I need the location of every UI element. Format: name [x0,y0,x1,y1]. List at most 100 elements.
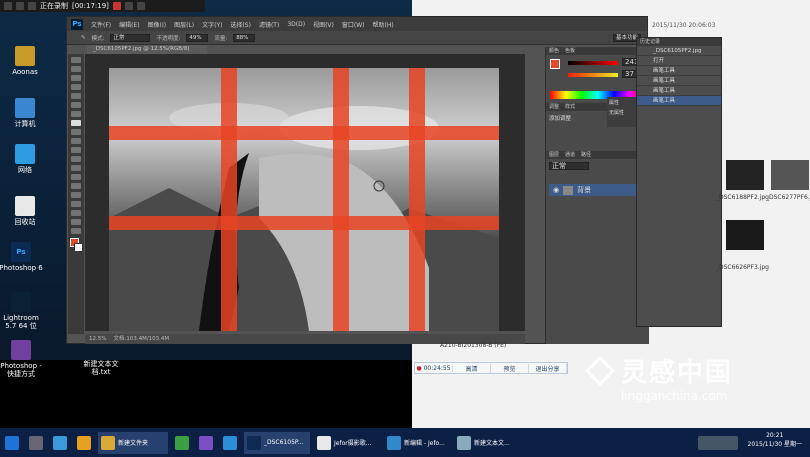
history-item[interactable]: 画笔工具 [637,86,721,96]
quick-select-tool-icon[interactable] [71,84,81,90]
file-name[interactable]: _DSC6626PF3.jpg [716,264,769,271]
fg-swatch[interactable] [550,59,560,69]
opacity-input[interactable]: 49% [186,33,209,42]
taskbar-item-editor[interactable]: 新编辑 - Jefo... [384,432,450,454]
canvas-area[interactable] [85,54,525,331]
pen-tool-icon[interactable] [71,183,81,189]
exit-share-button[interactable]: 退出分享 [529,363,567,373]
zoom-tool-icon[interactable] [71,228,81,234]
menu-edit[interactable]: 编辑(E) [119,20,139,29]
menu-view[interactable]: 视图(V) [313,20,334,29]
history-item[interactable]: 打开 [637,56,721,66]
document-tab[interactable]: _DSC6105PF2.jpg @ 12.5%(RGB/8) [87,45,207,54]
crop-tool-icon[interactable] [71,93,81,99]
history-item[interactable]: 画笔工具 [637,76,721,86]
history-brush-tool-icon[interactable] [71,138,81,144]
hand-tool-icon[interactable] [71,219,81,225]
brush-stroke-horizontal [109,126,499,140]
desktop-icon-aoonas[interactable]: Aoonas [2,46,48,76]
desktop-icon-txt[interactable]: 新建文本文档.txt [78,360,124,376]
menu-help[interactable]: 帮助(H) [373,20,394,29]
tab-swatches[interactable]: 色板 [565,47,575,55]
menu-type[interactable]: 文字(Y) [202,20,222,29]
history-item-selected[interactable]: 画笔工具 [637,96,721,106]
flow-input[interactable]: 88% [233,33,256,42]
type-tool-icon[interactable] [71,192,81,198]
record-icon[interactable] [112,2,121,10]
pause-icon[interactable] [124,2,133,10]
eraser-tool-icon[interactable] [71,147,81,153]
healing-tool-icon[interactable] [71,111,81,117]
marquee-tool-icon[interactable] [71,66,81,72]
eyedropper-tool-icon[interactable] [71,102,81,108]
taskbar-pin[interactable] [172,432,192,454]
menu-window[interactable]: 窗口(W) [342,20,365,29]
tab-adjust[interactable]: 调整 [549,103,559,111]
eye-icon[interactable]: ◉ [553,186,559,194]
taskbar-pin[interactable] [26,432,46,454]
file-thumbnail[interactable] [726,160,764,190]
search-icon[interactable] [28,2,36,10]
clock[interactable]: 20:21 2015/11/30 星期一 [745,432,809,454]
menu-image[interactable]: 图像(I) [148,20,166,29]
tab-styles[interactable]: 样式 [565,103,575,111]
system-tray[interactable] [695,432,741,454]
start-button[interactable] [2,432,22,454]
background-color-swatch[interactable] [74,243,83,252]
lasso-tool-icon[interactable] [71,75,81,81]
file-name[interactable]: _DSC6188PF2.jpg [716,194,769,201]
history-header[interactable]: 历史记录 [637,38,721,46]
brush-tool-icon[interactable] [71,120,81,126]
desktop-icon-photoshop[interactable]: Ps Photoshop 6 [0,242,44,272]
shape-tool-icon[interactable] [71,210,81,216]
blend-mode-select[interactable]: 正常 [110,33,151,42]
taskbar-pin[interactable] [196,432,216,454]
menu-3d[interactable]: 3D(D) [287,21,305,28]
blur-tool-icon[interactable] [71,165,81,171]
window-icon[interactable] [4,2,12,10]
taskbar-item-notepad[interactable]: 新建文本文... [454,432,520,454]
zoom-level[interactable]: 12.5% [89,336,106,342]
clock-time: 20:21 [766,431,784,439]
menu-file[interactable]: 文件(F) [91,20,111,29]
r-slider[interactable] [568,61,618,65]
menu-filter[interactable]: 滤镜(T) [259,20,279,29]
quality-button[interactable]: 高清 [453,363,491,373]
brush-preset-icon[interactable]: ✎ [81,35,86,41]
move-tool-icon[interactable] [71,57,81,63]
menu-layer[interactable]: 图层(L) [174,20,194,29]
layer-blend-select[interactable]: 正常 [549,162,589,170]
preview-button[interactable]: 预览 [491,363,529,373]
taskbar-pin[interactable] [50,432,70,454]
tab-paths[interactable]: 路径 [581,151,591,159]
path-select-tool-icon[interactable] [71,201,81,207]
tab-layers[interactable]: 图层 [549,151,559,159]
dodge-tool-icon[interactable] [71,174,81,180]
layer-row[interactable]: ◉ 背景 [549,184,646,196]
file-thumbnail[interactable] [771,160,809,190]
taskbar-item-folder[interactable]: 新建文件夹 [98,431,168,454]
history-snapshot[interactable]: _DSC6105PF2.jpg [637,46,721,56]
close-icon[interactable] [16,2,24,10]
desktop-icon-ps-shortcut[interactable]: Photoshop - 快捷方式 [0,340,44,378]
desktop-icon-network[interactable]: 网络 [2,144,48,174]
tab-color[interactable]: 颜色 [549,47,559,55]
file-thumbnail[interactable] [726,220,764,250]
camera-icon[interactable] [136,2,145,10]
history-item[interactable]: 画笔工具 [637,66,721,76]
clone-tool-icon[interactable] [71,129,81,135]
menu-select[interactable]: 选择(S) [230,20,251,29]
desktop-icon-recycle[interactable]: 回收站 [2,196,48,226]
desktop-dark-region [0,360,412,428]
taskbar-item-photoshop[interactable]: _DSC6105P... [244,431,310,454]
g-slider[interactable] [568,73,618,77]
taskbar-pin[interactable] [220,432,240,454]
taskbar-pin[interactable] [74,432,94,454]
desktop-icon-lightroom[interactable]: Lightroom 5.7 64 位 [0,292,44,330]
taskbar-item-browser[interactable]: Jefor摄影歌... [314,432,380,454]
tab-channels[interactable]: 通道 [565,151,575,159]
document-image[interactable] [109,68,499,331]
file-name[interactable]: _DSC6277PF6.jpg [766,194,810,201]
gradient-tool-icon[interactable] [71,156,81,162]
desktop-icon-computer[interactable]: 计算机 [2,98,48,128]
